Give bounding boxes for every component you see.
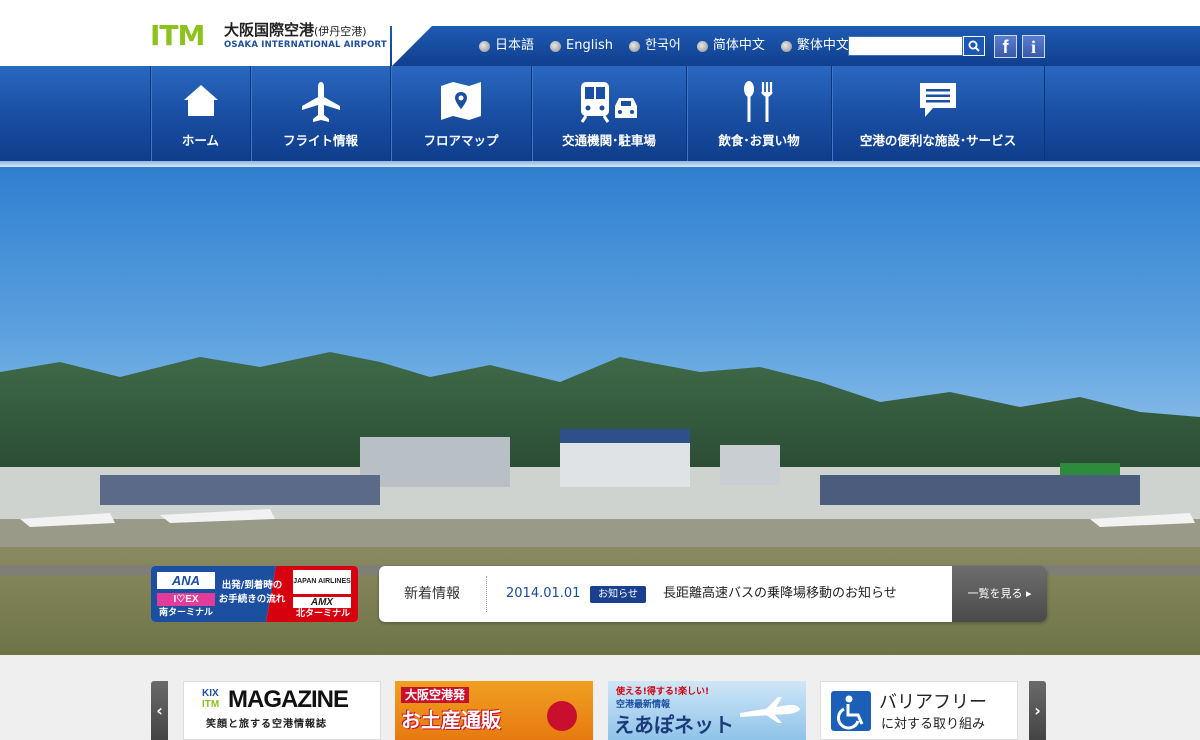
news-date: 2014.01.01 [506,586,581,601]
wheelchair-icon [831,691,871,731]
logo-name-jp-sub: (伊丹空港) [314,25,367,38]
info-icon: i [1030,37,1036,57]
news-heading: 新着情報 [404,586,460,602]
magazine-title: MAGAZINE [228,686,349,713]
magazine-banner[interactable]: KIX ITM MAGAZINE 笑顔と旅する空港情報誌 [183,681,381,740]
map-icon [441,82,481,120]
bullet-icon [550,40,562,52]
nav-label: 交通機関･駐車場 [562,133,656,148]
language-label: 日本語 [495,38,535,53]
procedure-line-2: お手続きの流れ [218,594,286,605]
logo-name-jp: 大阪国際空港(伊丹空港) [224,21,367,41]
nav-item-shopping[interactable]: 飲食･お買い物 [687,66,832,161]
search-input[interactable] [848,36,963,56]
language-english[interactable]: English [550,36,613,56]
nav-item-transport[interactable]: 交通機関･駐車場 [532,66,687,161]
site-header: ITM 大阪国際空港(伊丹空港) OSAKA INTERNATIONAL AIR… [0,0,1200,66]
language-label: English [566,38,613,53]
banner-carousel: ‹ KIX ITM MAGAZINE 笑顔と旅する空港情報誌 大阪空港発 お土産… [0,655,1200,740]
carousel-next-button[interactable]: › [1029,681,1046,740]
language-korean[interactable]: 한국어 [628,36,681,56]
amx-logo: AMX [310,597,334,608]
shop-line-2: お土産通販 [401,708,501,732]
nav-item-flight[interactable]: フライト情報 [251,66,391,161]
carousel-prev-button[interactable]: ‹ [151,681,168,740]
language-label: 繁体中文 [796,38,849,53]
facebook-button[interactable]: f [994,35,1017,58]
nav-item-floormap[interactable]: フロアマップ [391,66,532,161]
language-label: 简体中文 [712,38,765,53]
language-label: 한국어 [644,38,681,53]
news-bar: 新着情報 2014.01.01 お知らせ 長距離高速バスの乗降場移動のお知らせ … [379,566,1047,622]
language-list: 日本語 English 한국어 简体中文 繁体中文 [479,36,849,56]
main-nav: ホーム フライト情報 フロアマップ 交通機関･駐車場 飲食･お買い物 空港の便利… [0,66,1200,161]
iex-logo: I♡EX [173,594,199,605]
eapo-line-2: 空港最新情報 [616,700,671,710]
north-terminal-label: 北ターミナル [295,609,350,619]
barrier-line-1: バリアフリー [879,692,987,713]
nav-item-home[interactable]: ホーム [151,66,251,161]
ana-logo: ANA [171,573,201,588]
nav-item-services[interactable]: 空港の便利な施設･サービス [832,66,1045,161]
news-title-link[interactable]: 長距離高速バスの乗降場移動のお知らせ [663,584,897,604]
bullet-icon [780,40,792,52]
nav-items: ホーム フライト情報 フロアマップ 交通機関･駐車場 飲食･お買い物 空港の便利… [150,66,1045,161]
shop-line-1: 大阪空港発 [401,687,470,703]
logo-name-en: OSAKA INTERNATIONAL AIRPORT [224,40,387,50]
airplane-icon [740,697,800,723]
news-list-button[interactable]: 一覧を見る ▸ [952,566,1047,622]
terminal-procedure-banner[interactable]: ANA I♡EX 南ターミナル 出発/到着時の お手続きの流れ JAPAN AI… [151,566,358,622]
souvenir-shop-banner[interactable]: 大阪空港発 お土産通販 [395,681,593,740]
nav-label: 空港の便利な施設･サービス [859,133,1017,148]
apron [0,519,1200,547]
nav-label: ホーム [181,133,220,148]
shop-stamp-icon [547,701,577,731]
procedure-line-1: 出発/到着時の [221,580,283,591]
news-category-badge: お知らせ [590,586,646,603]
south-terminal-label: 南ターミナル [158,608,213,618]
jal-logo: JAPAN AIRLINES [293,578,351,585]
home-icon [183,85,218,116]
logo-mark: ITM [150,19,205,52]
info-button[interactable]: i [1022,35,1045,58]
barrier-free-banner[interactable]: バリアフリー に対する取り組み [820,681,1018,740]
language-japanese[interactable]: 日本語 [479,36,534,56]
eapo-line-1: 使える!得する!楽しい! [616,687,710,697]
eapo-title: えあぽネット [614,713,734,737]
magazine-subtitle: 笑顔と旅する空港情報誌 [206,719,327,730]
search-button[interactable] [963,36,985,56]
news-divider [486,576,487,612]
magazine-itm: ITM [202,699,220,710]
nav-label: フライト情報 [282,133,358,148]
fork-spoon-icon [744,81,773,122]
barrier-line-2: に対する取り組み [881,717,986,732]
bullet-icon [479,40,490,52]
search-icon [968,40,980,52]
airplane-icon [301,82,340,122]
speech-bubble-icon [920,83,956,117]
train-car-icon [580,82,637,123]
language-simplified-chinese[interactable]: 简体中文 [696,36,765,56]
nav-label: 飲食･お買い物 [718,133,800,148]
facebook-icon: f [1002,37,1009,57]
nav-label: フロアマップ [423,133,499,148]
eapo-net-banner[interactable]: 使える!得する!楽しい! 空港最新情報 えあぽネット [608,681,806,740]
magazine-kix: KIX [202,688,219,699]
bullet-icon [628,40,640,52]
language-traditional-chinese[interactable]: 繁体中文 [780,36,849,56]
logo-name-jp-main: 大阪国際空港 [224,21,315,39]
bullet-icon [696,40,708,52]
